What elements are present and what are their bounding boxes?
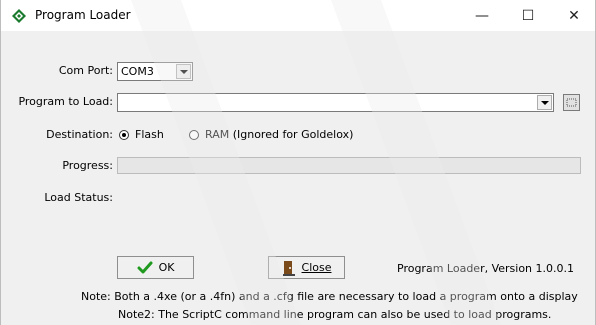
window-title: Program Loader	[35, 8, 131, 22]
minimize-button[interactable]: —	[459, 0, 505, 31]
close-button[interactable]: Close	[268, 256, 345, 279]
chevron-down-icon[interactable]	[537, 95, 552, 110]
browse-icon	[566, 98, 577, 107]
maximize-button[interactable]: ☐	[505, 0, 551, 31]
com-port-label: Com Port:	[58, 64, 113, 77]
close-icon: ✕	[568, 7, 580, 24]
radio-selected-icon	[119, 129, 129, 140]
diamond-app-icon	[12, 9, 26, 23]
exit-door-icon	[282, 260, 295, 276]
destination-ram-radio[interactable]: RAM (Ignored for Goldelox)	[189, 128, 353, 141]
minimize-icon: —	[475, 7, 489, 24]
program-loader-window: Program Loader — ☐ ✕ Com Port: COM3 Prog…	[0, 0, 596, 325]
com-port-select[interactable]: COM3	[117, 62, 193, 81]
ok-button[interactable]: OK	[117, 256, 194, 279]
close-window-button[interactable]: ✕	[551, 0, 596, 31]
program-to-load-label: Program to Load:	[18, 95, 113, 108]
version-text: Program Loader, Version 1.0.0.1	[397, 262, 575, 275]
destination-label: Destination:	[46, 128, 113, 141]
progress-bar	[117, 157, 581, 174]
program-to-load-select[interactable]	[117, 93, 554, 112]
progress-label: Progress:	[62, 159, 113, 172]
chevron-down-icon[interactable]	[176, 64, 191, 79]
com-port-value: COM3	[121, 65, 154, 78]
note-1: Note: Both a .4xe (or a .4fn) and a .cfg…	[81, 290, 578, 303]
title-bar: Program Loader — ☐ ✕	[1, 0, 595, 31]
browse-button[interactable]	[563, 94, 580, 111]
ok-label: OK	[158, 261, 175, 274]
load-status-label: Load Status:	[44, 191, 113, 204]
destination-flash-label: Flash	[135, 128, 164, 141]
checkmark-icon	[137, 261, 153, 273]
destination-flash-radio[interactable]: Flash	[119, 128, 164, 141]
note-2: Note2: The ScriptC command line program …	[118, 308, 552, 321]
maximize-icon: ☐	[521, 7, 535, 24]
radio-unselected-icon	[189, 129, 199, 140]
close-label: Close	[301, 261, 332, 274]
destination-ram-label: RAM (Ignored for Goldelox)	[205, 128, 354, 141]
